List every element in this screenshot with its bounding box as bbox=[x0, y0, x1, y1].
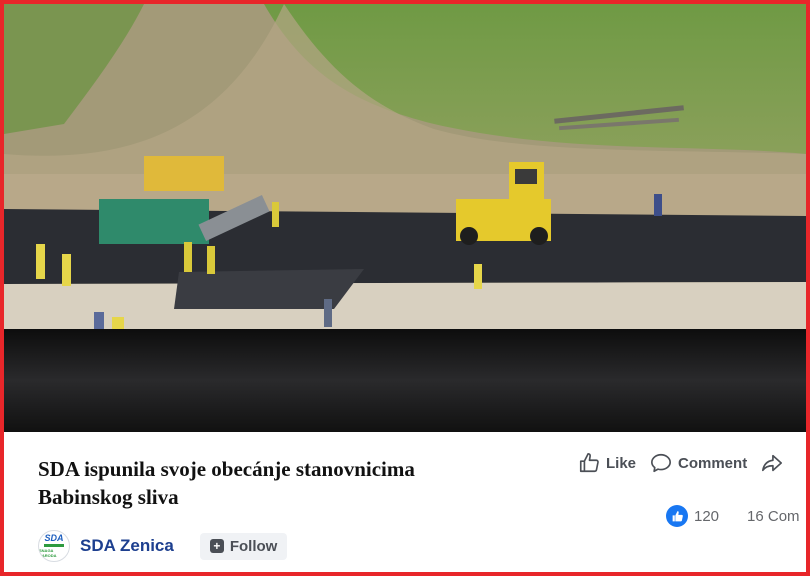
thumbs-up-icon bbox=[579, 453, 599, 473]
comment-count[interactable]: 16 Com bbox=[747, 508, 800, 525]
page-name-link[interactable]: SDA Zenica bbox=[80, 536, 174, 556]
like-button[interactable]: Like bbox=[578, 452, 636, 474]
logo-text-bottom: SNAGA NARODA bbox=[39, 548, 57, 558]
like-label: Like bbox=[606, 454, 637, 472]
video-frame-road-construction bbox=[4, 4, 806, 432]
post-title-line-1: SDA ispunila svoje obecánje stanovnicima bbox=[38, 457, 415, 481]
video-player[interactable] bbox=[4, 4, 806, 432]
comment-button[interactable]: Comment bbox=[650, 452, 747, 474]
page-logo[interactable]: SDA SNAGA NARODA bbox=[38, 530, 70, 562]
page-info: SDA SNAGA NARODA SDA Zenica + Follow bbox=[38, 530, 288, 562]
share-button[interactable] bbox=[761, 452, 783, 474]
post-title[interactable]: SDA ispunila svoje obecánje stanovnicima… bbox=[38, 455, 558, 511]
like-count[interactable]: 120 bbox=[694, 508, 719, 525]
comment-icon bbox=[651, 453, 672, 473]
comment-label: Comment bbox=[678, 454, 748, 472]
follow-button[interactable]: + Follow bbox=[199, 532, 288, 560]
post-title-line-2: Babinskog sliva bbox=[38, 485, 179, 509]
logo-bar bbox=[44, 544, 64, 547]
follow-plus-icon: + bbox=[209, 539, 224, 553]
share-icon bbox=[762, 454, 783, 472]
reaction-stats: 120 16 Com bbox=[666, 505, 800, 527]
follow-label: Follow bbox=[229, 537, 278, 555]
post-actions: Like Comment bbox=[578, 452, 797, 474]
logo-text-top: SDA bbox=[44, 533, 64, 543]
like-reaction-icon bbox=[666, 505, 688, 527]
